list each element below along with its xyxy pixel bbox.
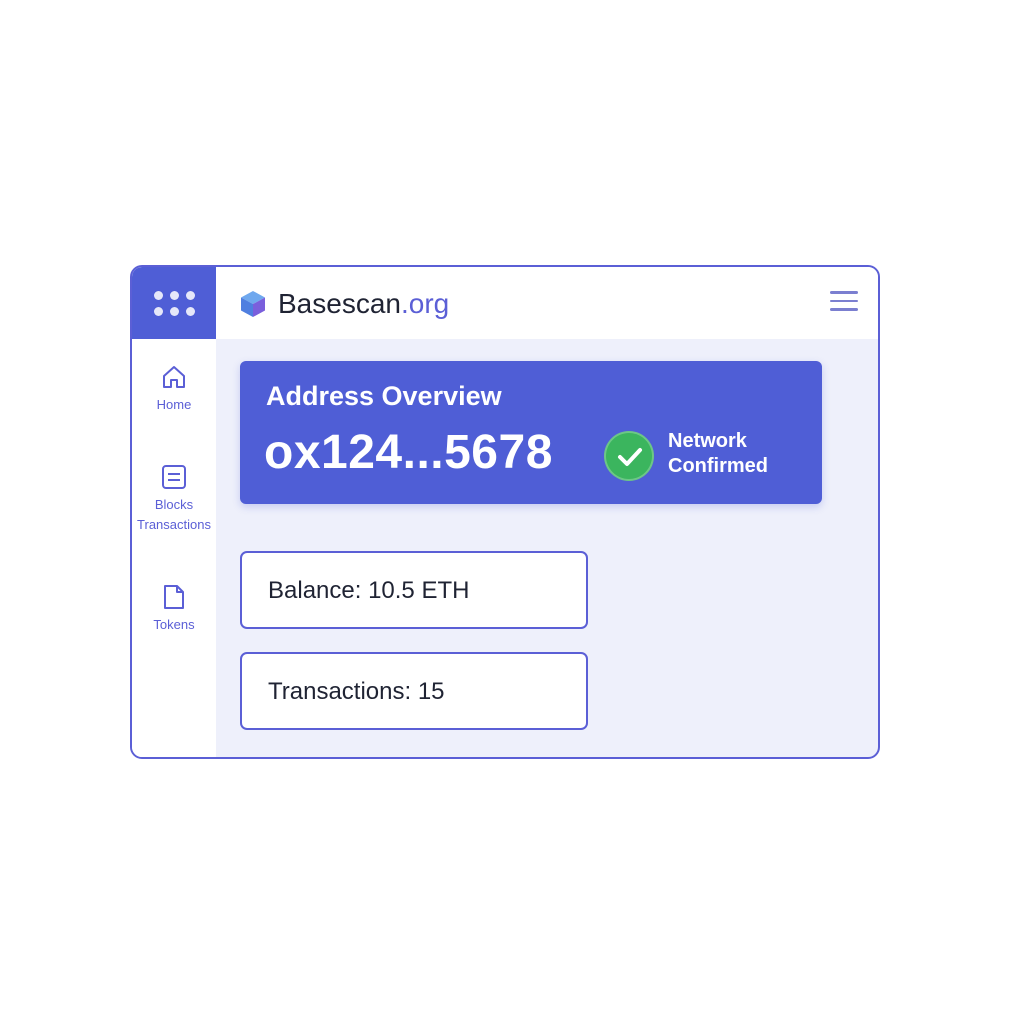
document-icon [160, 583, 188, 611]
overview-title: Address Overview [266, 381, 502, 411]
sidebar-item-home[interactable]: Home [132, 363, 216, 415]
grid-dots-icon [153, 290, 195, 316]
transactions-count-text: Transactions: 15 [268, 678, 445, 705]
brand-name-text: Basescan [278, 288, 401, 319]
check-circle-icon [604, 431, 654, 481]
header-bar: Basescan.org [216, 267, 878, 339]
balance-text: Balance: 10.5 ETH [268, 577, 470, 604]
apps-grid-button[interactable] [132, 267, 216, 339]
cube-logo-icon [238, 289, 268, 319]
hamburger-icon [830, 291, 860, 311]
brand-tld-text: .org [400, 288, 450, 319]
address-overview-card: Address Overview ox124...5678 Network Co… [240, 361, 822, 504]
sidebar: Home Blocks Transactions Tokens [132, 267, 216, 757]
sidebar-item-tokens[interactable]: Tokens [132, 583, 216, 635]
sidebar-item-label: Tokens [153, 617, 195, 632]
sidebar-item-label: Home [156, 397, 192, 412]
app-window: Home Blocks Transactions Tokens Basescan… [130, 265, 880, 759]
network-status-text: Network Confirmed [668, 430, 768, 477]
transactions-box[interactable]: Transactions: 15 [240, 652, 588, 730]
sidebar-item-label: Blocks Transactions [137, 497, 211, 532]
sidebar-item-blocks-transactions[interactable]: Blocks Transactions [132, 463, 216, 535]
balance-box: Balance: 10.5 ETH [240, 551, 588, 629]
home-icon [160, 363, 188, 391]
address-value[interactable]: ox124...5678 [264, 425, 553, 481]
brand-name[interactable]: Basescan.org [278, 287, 449, 321]
hamburger-menu-button[interactable] [830, 291, 860, 315]
list-icon [160, 463, 188, 491]
